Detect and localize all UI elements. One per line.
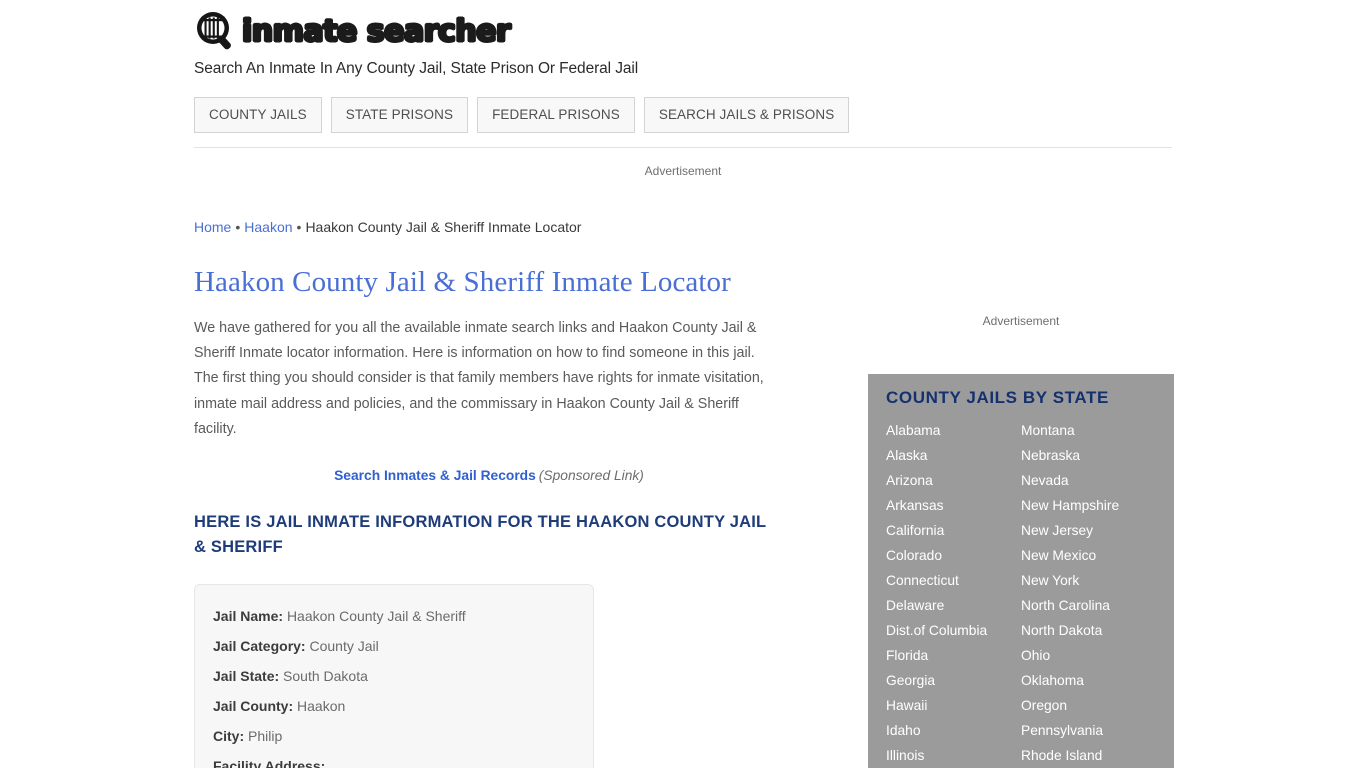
info-label-jail-name: Jail Name:	[213, 608, 284, 625]
sponsored-note: (Sponsored Link)	[538, 468, 644, 484]
intro-paragraph: We have gathered for you all the availab…	[194, 320, 764, 437]
state-link-ohio[interactable]: Ohio	[1021, 643, 1156, 668]
state-link-alabama[interactable]: Alabama	[886, 418, 1021, 443]
state-link-oregon[interactable]: Oregon	[1021, 693, 1156, 718]
state-link-illinois[interactable]: Illinois	[886, 743, 1021, 768]
page-root: inmate searcher Search An Inmate In Any …	[0, 0, 1366, 768]
state-link-california[interactable]: California	[886, 518, 1021, 543]
state-link-idaho[interactable]: Idaho	[886, 718, 1021, 743]
info-label-jail-state: Jail State:	[213, 668, 280, 685]
state-link-new-mexico[interactable]: New Mexico	[1021, 543, 1156, 568]
state-link-nebraska[interactable]: Nebraska	[1021, 443, 1156, 468]
state-link-north-carolina[interactable]: North Carolina	[1021, 593, 1156, 618]
breadcrumb-current: Haakon County Jail & Sheriff Inmate Loca…	[305, 219, 582, 235]
state-columns: Alabama Alaska Arizona Arkansas California Co…	[868, 418, 1174, 768]
info-value-jail-state: South Dakota	[283, 668, 368, 685]
info-row-facility-address: Facility Address:	[213, 751, 575, 768]
state-link-florida[interactable]: Florida	[886, 643, 1021, 668]
breadcrumb-county-link[interactable]: Haakon	[244, 219, 292, 235]
breadcrumb: Home • Haakon • Haakon County Jail & Sheriff…	[194, 219, 581, 235]
info-row-city: City: Philip	[213, 721, 575, 751]
nav-item-federal-prisons[interactable]: FEDERAL PRISONS	[477, 97, 635, 133]
state-link-new-york[interactable]: New York	[1021, 568, 1156, 593]
header-divider	[194, 147, 1172, 148]
breadcrumb-home-link[interactable]: Home	[194, 219, 231, 235]
info-value-jail-county: Haakon	[297, 698, 346, 715]
info-row-jail-state: Jail State: South Dakota	[213, 661, 575, 691]
state-link-arkansas[interactable]: Arkansas	[886, 493, 1021, 518]
main-content: Haakon County Jail & Sheriff Inmate Loca…	[194, 262, 794, 768]
state-link-rhode-island[interactable]: Rhode Island	[1021, 743, 1156, 768]
info-label-facility-address: Facility Address:	[213, 758, 326, 768]
logo-row[interactable]: inmate searcher	[194, 10, 1172, 54]
county-jails-by-state-panel: COUNTY JAILS BY STATE Alabama Alaska Arizo…	[868, 374, 1174, 768]
state-column-left: Alabama Alaska Arizona Arkansas California Co…	[886, 418, 1021, 768]
info-row-jail-name: Jail Name: Haakon County Jail & Sheriff	[213, 601, 575, 631]
state-link-hawaii[interactable]: Hawaii	[886, 693, 1021, 718]
section-heading: HERE IS JAIL INMATE INFORMATION FOR THE …	[194, 513, 767, 557]
state-link-colorado[interactable]: Colorado	[886, 543, 1021, 568]
page-title: Haakon County Jail & Sheriff Inmate Loca…	[194, 266, 731, 298]
info-label-city: City:	[213, 728, 245, 745]
breadcrumb-separator-1: •	[235, 219, 241, 235]
site-header: inmate searcher Search An Inmate In Any …	[194, 10, 1172, 78]
state-link-oklahoma[interactable]: Oklahoma	[1021, 668, 1156, 693]
sidebar-advertisement-label: Advertisement	[982, 314, 1060, 328]
jail-info-card: Jail Name: Haakon County Jail & Sheriff …	[194, 584, 594, 768]
state-link-north-dakota[interactable]: North Dakota	[1021, 618, 1156, 643]
info-row-jail-county: Jail County: Haakon	[213, 691, 575, 721]
info-value-jail-category: County Jail	[309, 638, 379, 655]
info-label-jail-category: Jail Category:	[213, 638, 306, 655]
state-link-dist-of-columbia[interactable]: Dist.of Columbia	[886, 618, 1021, 643]
site-logo-text: inmate searcher	[242, 14, 511, 50]
state-link-montana[interactable]: Montana	[1021, 418, 1156, 443]
info-value-jail-name: Haakon County Jail & Sheriff	[286, 608, 466, 625]
state-link-connecticut[interactable]: Connecticut	[886, 568, 1021, 593]
sidebar-title: COUNTY JAILS BY STATE	[886, 388, 1109, 407]
sponsored-link-row: Search Inmates & Jail Records (Sponsored …	[194, 468, 784, 483]
state-link-pennsylvania[interactable]: Pennsylvania	[1021, 718, 1156, 743]
state-link-nevada[interactable]: Nevada	[1021, 468, 1156, 493]
nav-item-search-jails-prisons[interactable]: SEARCH JAILS & PRISONS	[643, 97, 850, 133]
state-column-right: Montana Nebraska Nevada New Hampshire New Je…	[1021, 418, 1156, 768]
info-value-city: Philip	[248, 728, 283, 745]
primary-nav: COUNTY JAILS STATE PRISONS FEDERAL PRISO…	[194, 97, 850, 133]
state-link-new-hampshire[interactable]: New Hampshire	[1021, 493, 1156, 518]
magnifier-jail-bars-icon	[194, 10, 238, 54]
state-link-new-jersey[interactable]: New Jersey	[1021, 518, 1156, 543]
breadcrumb-separator-2: •	[296, 219, 302, 235]
nav-item-county-jails[interactable]: COUNTY JAILS	[194, 97, 322, 133]
sponsored-search-link[interactable]: Search Inmates & Jail Records	[334, 468, 536, 483]
state-link-arizona[interactable]: Arizona	[886, 468, 1021, 493]
state-link-alaska[interactable]: Alaska	[886, 443, 1021, 468]
state-link-georgia[interactable]: Georgia	[886, 668, 1021, 693]
info-row-jail-category: Jail Category: County Jail	[213, 631, 575, 661]
info-label-jail-county: Jail County:	[213, 698, 294, 715]
state-link-delaware[interactable]: Delaware	[886, 593, 1021, 618]
site-tagline: Search An Inmate In Any County Jail, Sta…	[194, 60, 639, 77]
top-advertisement-label: Advertisement	[644, 164, 722, 178]
nav-item-state-prisons[interactable]: STATE PRISONS	[330, 97, 469, 133]
